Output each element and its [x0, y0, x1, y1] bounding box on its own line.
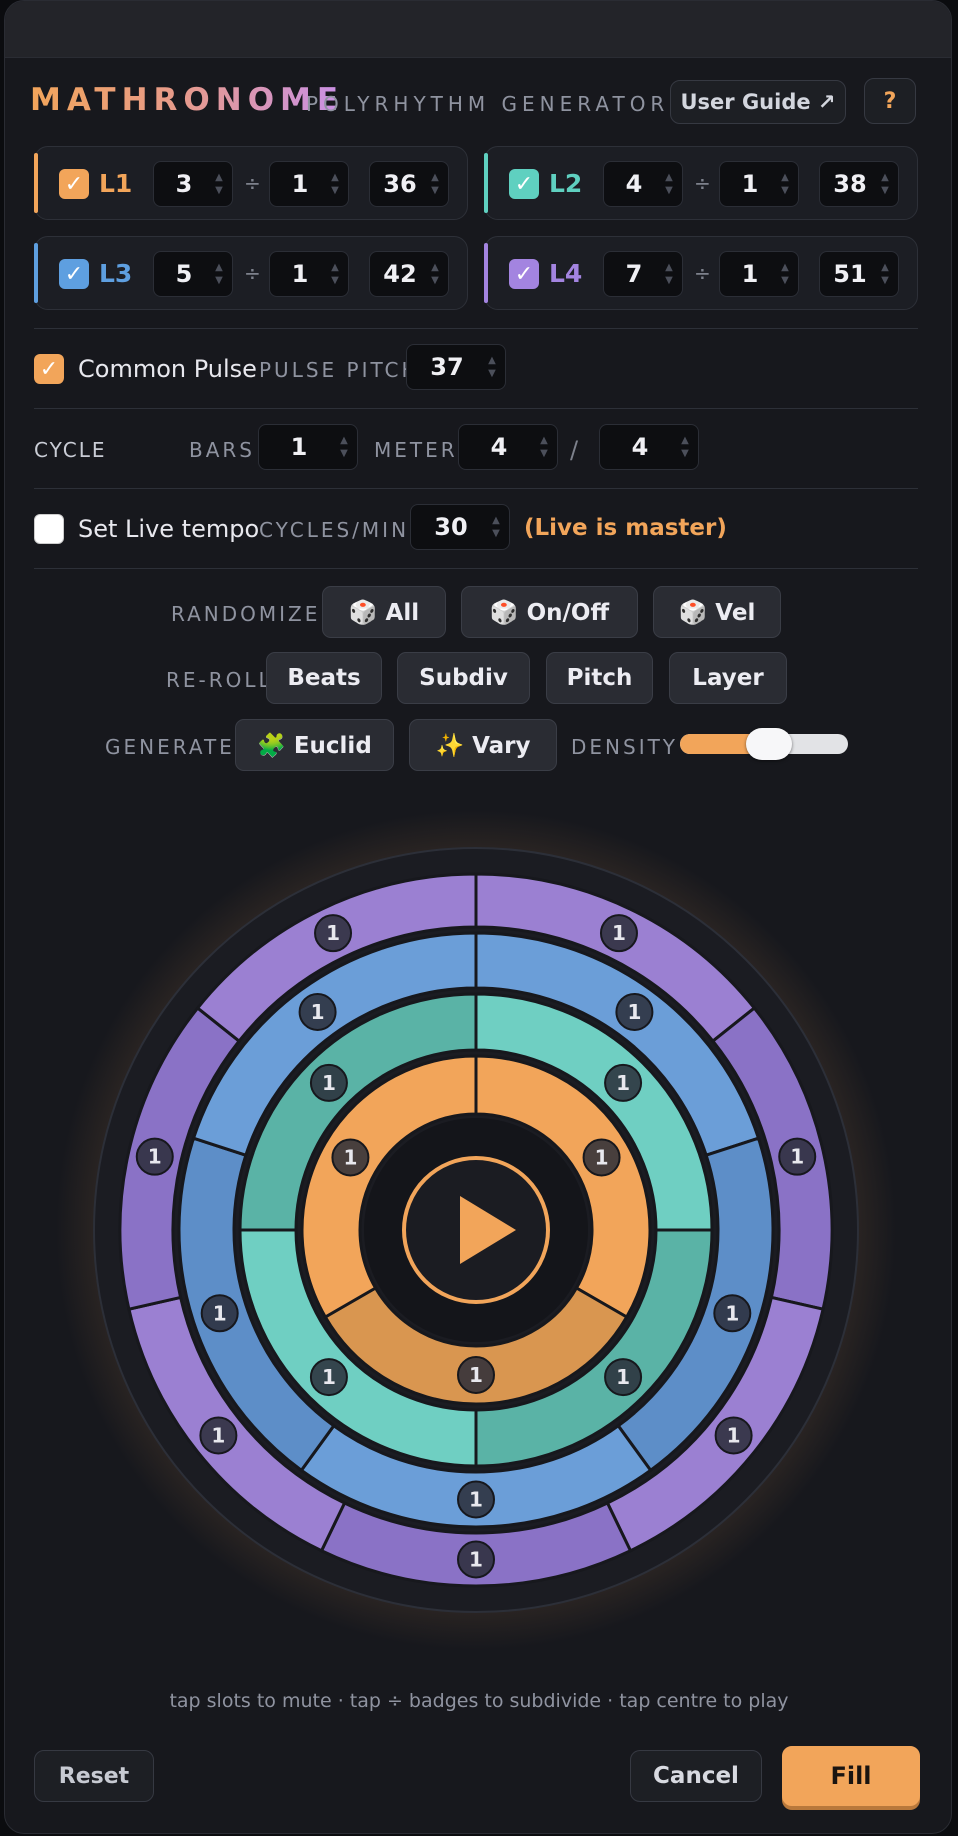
reset-button[interactable]: Reset: [34, 1750, 154, 1802]
subdivide-badge-label: 1: [211, 1423, 225, 1447]
subdivide-badge-label: 1: [790, 1145, 804, 1169]
subdivide-badge-label: 1: [469, 1548, 483, 1572]
subdivide-badge-label: 1: [148, 1145, 162, 1169]
fill-button[interactable]: Fill: [782, 1746, 920, 1806]
subdivide-badge-label: 1: [616, 1071, 630, 1095]
subdivide-badge-label: 1: [469, 1363, 483, 1387]
subdivide-badge-label: 1: [727, 1423, 741, 1447]
subdivide-badge-label: 1: [311, 1000, 325, 1024]
subdivide-badge-label: 1: [322, 1071, 336, 1095]
subdivide-badge-label: 1: [213, 1301, 227, 1325]
subdivide-badge-label: 1: [627, 1000, 641, 1024]
subdivide-badge-label: 1: [322, 1365, 336, 1389]
cancel-button[interactable]: Cancel: [630, 1750, 762, 1802]
hint-text: tap slots to mute · tap ÷ badges to subd…: [169, 1690, 789, 1712]
subdivide-badge-label: 1: [326, 921, 340, 945]
subdivide-badge-label: 1: [469, 1488, 483, 1512]
subdivide-badge-label: 1: [612, 921, 626, 945]
subdivide-badge-label: 1: [725, 1301, 739, 1325]
subdivide-badge-label: 1: [616, 1365, 630, 1389]
polyrhythm-wheel[interactable]: 1 1 1 1 1 1 1 1 1 1 1 1 1 1 1 1 1 1 1: [0, 0, 958, 1836]
subdivide-badge-label: 1: [595, 1146, 609, 1170]
subdivide-badge-label: 1: [343, 1146, 357, 1170]
